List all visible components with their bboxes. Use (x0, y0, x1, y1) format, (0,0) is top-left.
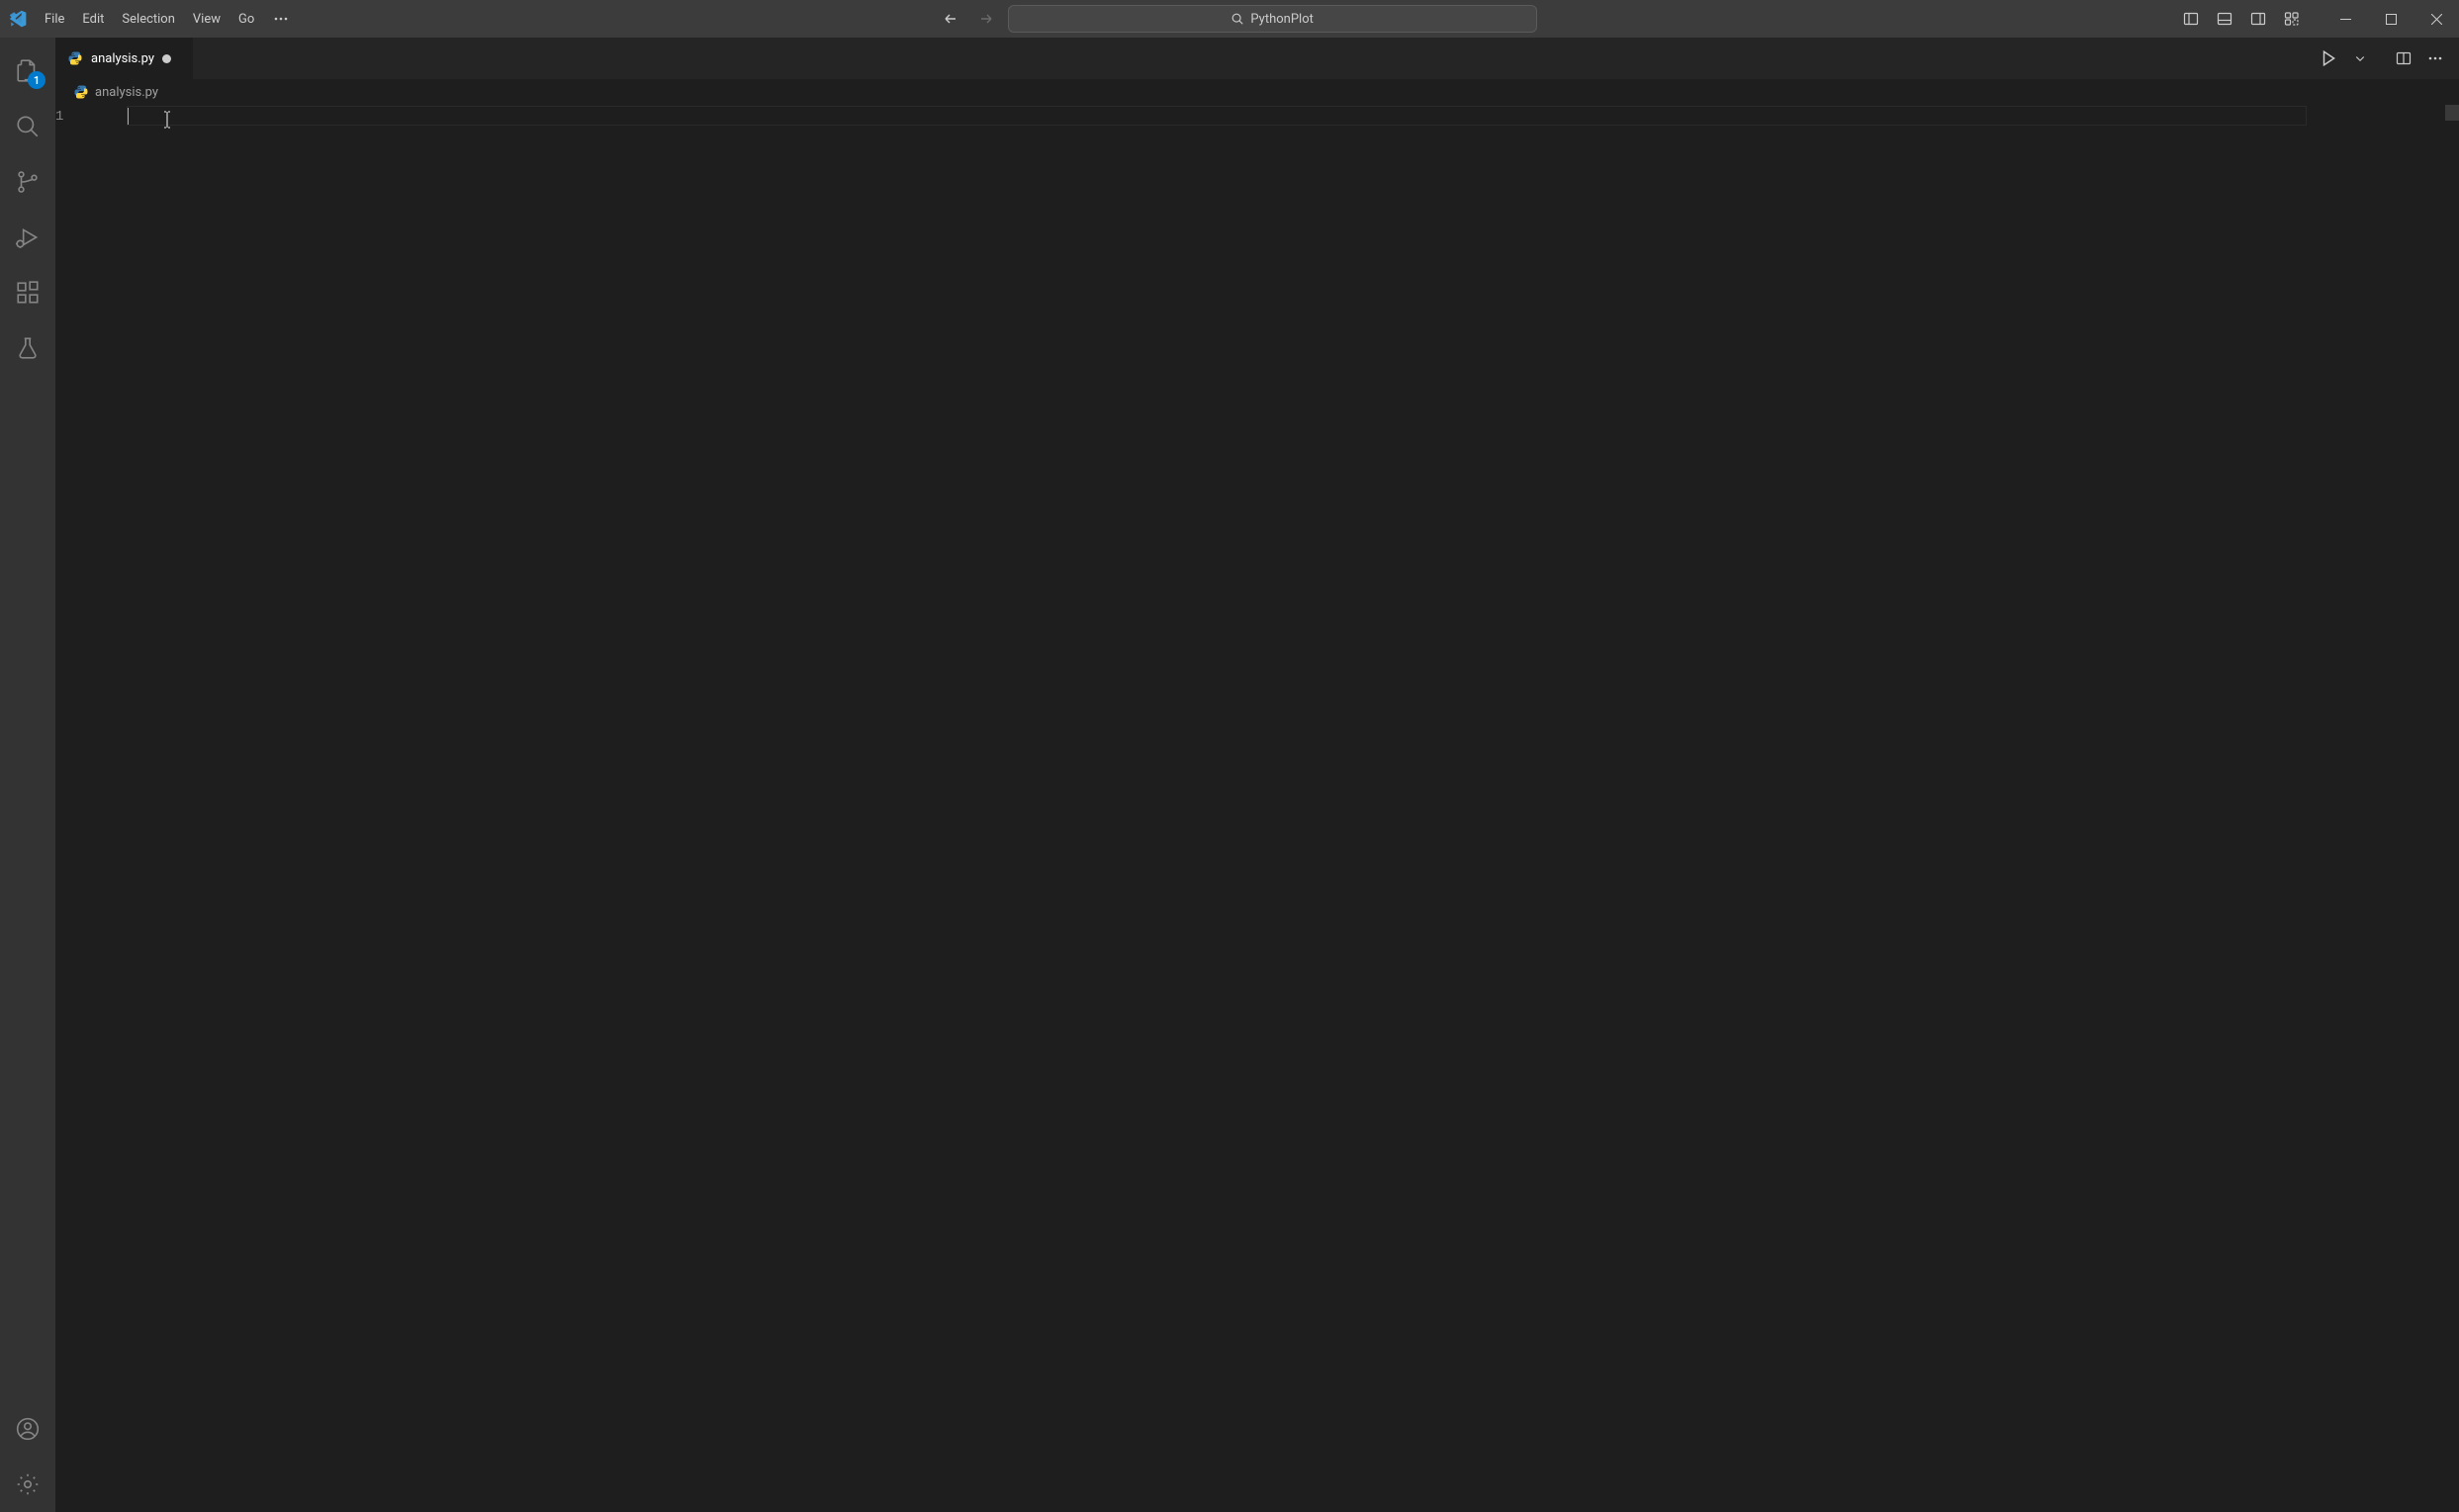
menu-edit[interactable]: Edit (73, 0, 113, 38)
editor-tab-label: analysis.py (91, 51, 154, 66)
minimap[interactable] (2445, 105, 2459, 1512)
title-bar-right (2174, 0, 2459, 38)
vscode-logo-icon (0, 10, 36, 28)
customize-layout-button[interactable] (2275, 0, 2309, 38)
toggle-primary-sidebar-button[interactable] (2174, 0, 2208, 38)
activity-settings-button[interactable] (0, 1457, 55, 1512)
activity-run-debug-button[interactable] (0, 210, 55, 265)
activity-search-button[interactable] (0, 99, 55, 154)
overview-ruler[interactable] (2445, 105, 2459, 121)
workbench-body: 1 analysi (0, 38, 2459, 1512)
nav-back-button[interactable] (937, 6, 964, 32)
title-bar-left: File Edit Selection View Go (0, 0, 299, 38)
search-text: PythonPlot (1250, 12, 1313, 27)
title-bar-center: PythonPlot (299, 5, 2174, 33)
menu-file[interactable]: File (36, 0, 73, 38)
activity-source-control-button[interactable] (0, 154, 55, 210)
line-number-gutter: 1 (55, 105, 127, 1512)
nav-forward-button[interactable] (972, 6, 1000, 32)
command-center-search[interactable]: PythonPlot (1008, 5, 1537, 33)
breadcrumb-filename: analysis.py (95, 85, 158, 100)
tab-dirty-indicator-icon (162, 54, 171, 63)
editor-tab-row: analysis.py (55, 38, 2459, 79)
explorer-badge: 1 (28, 71, 46, 89)
menu-overflow-button[interactable] (263, 0, 299, 38)
menu-selection[interactable]: Selection (113, 0, 183, 38)
window-minimize-button[interactable] (2322, 0, 2368, 38)
run-file-button[interactable] (2315, 44, 2342, 72)
code-content[interactable] (127, 105, 2445, 1512)
breadcrumb[interactable]: analysis.py (55, 79, 2459, 105)
python-file-icon (67, 50, 83, 66)
editor-more-actions-button[interactable] (2421, 44, 2449, 72)
text-cursor (127, 108, 129, 126)
editor-tab-actions (2305, 38, 2459, 79)
activity-testing-button[interactable] (0, 320, 55, 376)
window-close-button[interactable] (2413, 0, 2459, 38)
menu-go[interactable]: Go (229, 0, 263, 38)
code-line (127, 107, 2445, 127)
activity-explorer-button[interactable]: 1 (0, 44, 55, 99)
run-file-dropdown-button[interactable] (2346, 44, 2374, 72)
activity-accounts-button[interactable] (0, 1401, 55, 1457)
editor-tab[interactable]: analysis.py (55, 38, 194, 79)
split-editor-button[interactable] (2390, 44, 2417, 72)
code-editor[interactable]: 1 (55, 105, 2459, 1512)
editor-area: analysis.py (55, 38, 2459, 1512)
search-icon (1230, 12, 1244, 26)
toggle-secondary-sidebar-button[interactable] (2241, 0, 2275, 38)
title-bar: File Edit Selection View Go PythonPlot (0, 0, 2459, 38)
menu-view[interactable]: View (184, 0, 229, 38)
activity-bar: 1 (0, 38, 55, 1512)
activity-extensions-button[interactable] (0, 265, 55, 320)
python-file-icon (73, 84, 89, 100)
line-number: 1 (55, 107, 103, 127)
window-maximize-button[interactable] (2368, 0, 2413, 38)
toggle-panel-button[interactable] (2208, 0, 2241, 38)
